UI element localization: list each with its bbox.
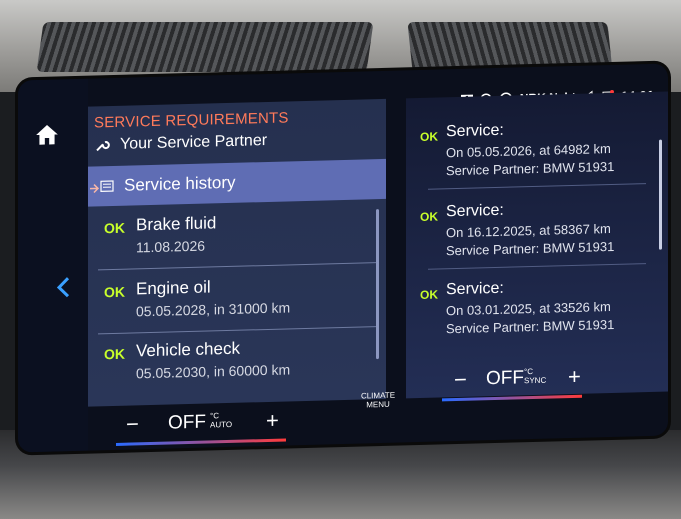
status-badge: OK [104,219,125,237]
service-entry-partner: Service Partner: BMW 51931 [446,238,615,259]
home-icon[interactable] [34,121,60,148]
list-item-detail: 05.05.2030, in 60000 km [136,361,291,382]
temp-indicator-bar [442,394,582,402]
list-item-title: Brake fluid [136,213,217,235]
left-rail [18,78,88,453]
status-badge: OK [104,345,125,363]
climate-control-left: − OFF °C AUTO + [116,406,336,446]
climate-menu-button[interactable]: CLIMATE MENU [358,391,398,410]
list-item-title: Vehicle check [136,338,240,361]
temp-increase-button[interactable]: + [266,408,279,434]
temp-mode: °C AUTO [210,411,233,430]
list-item-detail: 11.08.2026 [136,237,206,256]
temp-value: OFF [168,411,206,434]
service-entry-date: On 16.12.2025, at 58367 km [446,220,611,241]
service-entry[interactable]: OK Service: On 16.12.2025, at 58367 km S… [406,185,668,270]
service-entry-title: Service: [446,279,504,299]
chevron-left-icon[interactable] [54,275,72,299]
service-history-panel: OK Service: On 05.05.2026, at 64982 km S… [406,91,668,399]
temp-increase-button[interactable]: + [568,364,581,390]
temp-decrease-button[interactable]: − [454,367,467,393]
climate-menu-line2: MENU [366,399,390,410]
list-item-title: Engine oil [136,277,211,299]
page-title: SERVICE REQUIREMENTS [94,109,289,132]
temp-unit: °C [210,411,219,421]
status-badge: OK [420,129,438,144]
wrench-icon [96,141,110,152]
service-requirements-panel: SERVICE REQUIREMENTS Your Service Partne… [88,98,386,407]
auto-mode-label: AUTO [210,419,233,430]
status-badge: OK [420,287,438,302]
temp-unit: °C [524,367,533,377]
service-entry[interactable]: OK Service: On 05.05.2026, at 64982 km S… [406,105,668,190]
scrollbar[interactable] [659,139,662,250]
service-history-item[interactable]: Service history [88,158,386,207]
temp-value: OFF [486,367,524,390]
service-entry[interactable]: OK Service: On 03.01.2025, at 33526 km S… [406,263,668,348]
list-item-detail: 05.05.2028, in 31000 km [136,299,291,320]
temp-mode: °C SYNC [524,367,547,386]
temp-decrease-button[interactable]: − [126,411,139,437]
service-entry-date: On 05.05.2026, at 64982 km [446,140,611,161]
list-item-vehicle-check[interactable]: OK Vehicle check 05.05.2030, in 60000 km [88,331,386,397]
service-entry-title: Service: [446,201,504,221]
service-history-label: Service history [124,172,236,195]
divider [98,262,376,271]
status-badge: OK [104,283,125,301]
list-item-brake-fluid[interactable]: OK Brake fluid 11.08.2026 [88,205,386,271]
climate-control-right: − OFF °C SYNC + [442,363,624,402]
infotainment-screen: SERVICE REQUIREMENTS Your Service Partne… [18,63,668,453]
service-entry-partner: Service Partner: BMW 51931 [446,158,615,179]
list-item-engine-oil[interactable]: OK Engine oil 05.05.2028, in 31000 km [88,269,386,335]
temp-indicator-bar [116,438,286,446]
sync-mode-label: SYNC [524,375,547,386]
status-badge: OK [420,209,438,224]
scrollbar[interactable] [376,209,379,360]
service-partner-item[interactable]: Your Service Partner [94,132,267,155]
service-partner-label: Your Service Partner [120,131,268,153]
service-entry-date: On 03.01.2025, at 33526 km [446,298,611,319]
service-history-icon [90,180,114,194]
air-vent-left [36,22,374,72]
service-entry-title: Service: [446,121,504,141]
air-vent-right [407,22,613,72]
service-entry-partner: Service Partner: BMW 51931 [446,316,615,337]
